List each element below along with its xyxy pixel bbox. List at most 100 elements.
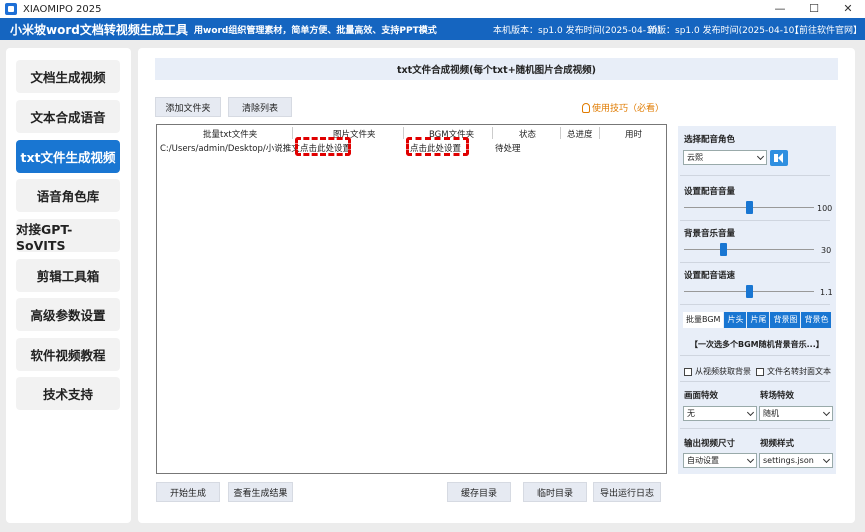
settings-panel [678, 126, 836, 474]
column-divider[interactable] [492, 127, 493, 139]
close-icon[interactable]: ✕ [831, 0, 865, 18]
column-header-folder[interactable]: 批量txt文件夹 [203, 128, 257, 140]
sidebar-item-tts[interactable]: 文本合成语音 [16, 100, 120, 133]
add-folder-button[interactable]: 添加文件夹 [155, 97, 221, 117]
speed-thumb[interactable] [745, 285, 753, 298]
extract-bg-checkbox[interactable]: 从视频获取背景 [684, 366, 751, 377]
cell-folder: C:/Users/admin/Desktop/小说推文 [160, 144, 300, 154]
size-label: 输出视频尺寸 [684, 439, 736, 449]
voice-volume-value: 100 [817, 204, 833, 213]
voice-role-value: 云熙 [687, 153, 703, 162]
sidebar-item-advanced[interactable]: 高级参数设置 [16, 298, 120, 331]
style-select[interactable]: settings.json [759, 453, 833, 468]
chevron-down-icon [756, 152, 765, 161]
transition-select[interactable]: 随机 [759, 406, 833, 421]
official-site-link[interactable]: 【前往软件官网】 [790, 23, 862, 36]
column-header-status[interactable]: 状态 [519, 128, 536, 140]
clear-list-button[interactable]: 清除列表 [228, 97, 292, 117]
column-header-progress[interactable]: 总进度 [567, 128, 593, 140]
size-select[interactable]: 自动设置 [683, 453, 757, 468]
export-log-button[interactable]: 导出运行日志 [593, 482, 661, 502]
app-name: 小米坡word文档转视频生成工具 [10, 22, 188, 37]
app-header: 小米坡word文档转视频生成工具 用word组织管理素材，简单方便、批量高效、支… [0, 18, 865, 40]
voice-volume-thumb[interactable] [745, 201, 753, 214]
divider [680, 175, 830, 176]
checkbox-box[interactable] [684, 367, 692, 376]
divider [680, 220, 830, 221]
voice-role-select[interactable]: 云熙 [683, 150, 767, 165]
divider [680, 428, 830, 429]
start-generate-button[interactable]: 开始生成 [156, 482, 220, 502]
transition-value: 随机 [763, 409, 779, 418]
column-divider[interactable] [403, 127, 404, 139]
window-controls: — ☐ ✕ [763, 0, 865, 18]
bgm-tabs: 批量BGM 片头 片尾 背景图 背景色 [683, 312, 832, 328]
speed-label: 设置配音语速 [684, 271, 736, 281]
bgm-volume-label: 背景音乐音量 [684, 229, 736, 239]
tab-batch-bgm[interactable]: 批量BGM [683, 312, 724, 328]
sidebar-item-support[interactable]: 技术支持 [16, 377, 120, 410]
app-slogan: 用word组织管理素材，简单方便、批量高效、支持PPT模式 [194, 25, 437, 36]
divider [680, 381, 830, 382]
size-value: 自动设置 [687, 456, 719, 465]
column-divider[interactable] [599, 127, 600, 139]
tab-outro[interactable]: 片尾 [747, 312, 770, 328]
sidebar-item-edit-tools[interactable]: 剪辑工具箱 [16, 259, 120, 292]
cell-status: 待处理 [495, 144, 521, 154]
lightbulb-icon [582, 102, 590, 113]
column-header-time[interactable]: 用时 [625, 128, 642, 140]
sidebar: 文档生成视频 文本合成语音 txt文件生成视频 语音角色库 对接GPT-SoVI… [6, 48, 131, 523]
sidebar-item-doc-video[interactable]: 文档生成视频 [16, 60, 120, 93]
maximize-icon[interactable]: ☐ [797, 0, 831, 18]
filename-cover-label: 文件名转封面文本 [767, 367, 831, 376]
view-result-button[interactable]: 查看生成结果 [228, 482, 293, 502]
bgm-hint-button[interactable]: 【一次选多个BGM随机背景音乐...】 [690, 339, 824, 350]
effect-label: 画面特效 [684, 391, 719, 401]
filename-cover-checkbox[interactable]: 文件名转封面文本 [756, 366, 831, 377]
window-title: XIAOMIPO 2025 [23, 3, 102, 15]
chevron-down-icon [822, 455, 831, 464]
style-value: settings.json [763, 456, 814, 465]
tab-bg-color[interactable]: 背景色 [801, 312, 832, 328]
cache-dir-button[interactable]: 缓存目录 [447, 482, 511, 502]
bgm-volume-slider[interactable] [684, 249, 814, 250]
column-divider[interactable] [292, 127, 293, 139]
window-titlebar: XIAOMIPO 2025 — ☐ ✕ [0, 0, 865, 18]
divider [680, 355, 830, 356]
effect-value: 无 [687, 409, 695, 418]
divider [680, 304, 830, 305]
chevron-down-icon [746, 455, 755, 464]
extract-bg-label: 从视频获取背景 [695, 367, 751, 376]
page-title: txt文件合成视频(每个txt+随机图片合成视频) [155, 58, 838, 80]
tab-bg-image[interactable]: 背景图 [770, 312, 801, 328]
bgm-volume-value: 30 [821, 246, 832, 255]
bgm-volume-thumb[interactable] [719, 243, 727, 256]
app-logo-icon [5, 3, 17, 15]
voice-role-label: 选择配音角色 [684, 135, 736, 145]
local-version: 本机版本：sp1.0 发布时间(2025-04-10) [493, 25, 661, 36]
divider [680, 262, 830, 263]
checkbox-box[interactable] [756, 367, 764, 376]
sidebar-item-txt-video[interactable]: txt文件生成视频 [16, 140, 120, 173]
sidebar-item-voice-library[interactable]: 语音角色库 [16, 179, 120, 212]
minimize-icon[interactable]: — [763, 0, 797, 18]
new-version: 新版：sp1.0 发布时间(2025-04-10) [648, 25, 798, 36]
tips-link[interactable]: 使用技巧（必看） [582, 101, 664, 114]
temp-dir-button[interactable]: 临时目录 [523, 482, 587, 502]
transition-label: 转场特效 [760, 391, 795, 401]
highlight-bgm-setting [406, 137, 469, 156]
speed-value: 1.1 [820, 288, 833, 297]
tips-label: 使用技巧（必看） [592, 104, 665, 114]
speaker-preview-icon[interactable] [770, 150, 788, 166]
style-label: 视频样式 [760, 439, 795, 449]
column-divider[interactable] [560, 127, 561, 139]
sidebar-item-tutorial[interactable]: 软件视频教程 [16, 338, 120, 371]
highlight-image-setting [295, 137, 351, 156]
chevron-down-icon [822, 408, 831, 417]
chevron-down-icon [746, 408, 755, 417]
effect-select[interactable]: 无 [683, 406, 757, 421]
tab-intro[interactable]: 片头 [724, 312, 747, 328]
voice-volume-label: 设置配音音量 [684, 187, 736, 197]
task-table[interactable]: 批量txt文件夹 图片文件夹 BGM文件夹 状态 总进度 用时 C:/Users… [156, 124, 667, 474]
sidebar-item-gpt-sovits[interactable]: 对接GPT-SoVITS [16, 219, 120, 253]
